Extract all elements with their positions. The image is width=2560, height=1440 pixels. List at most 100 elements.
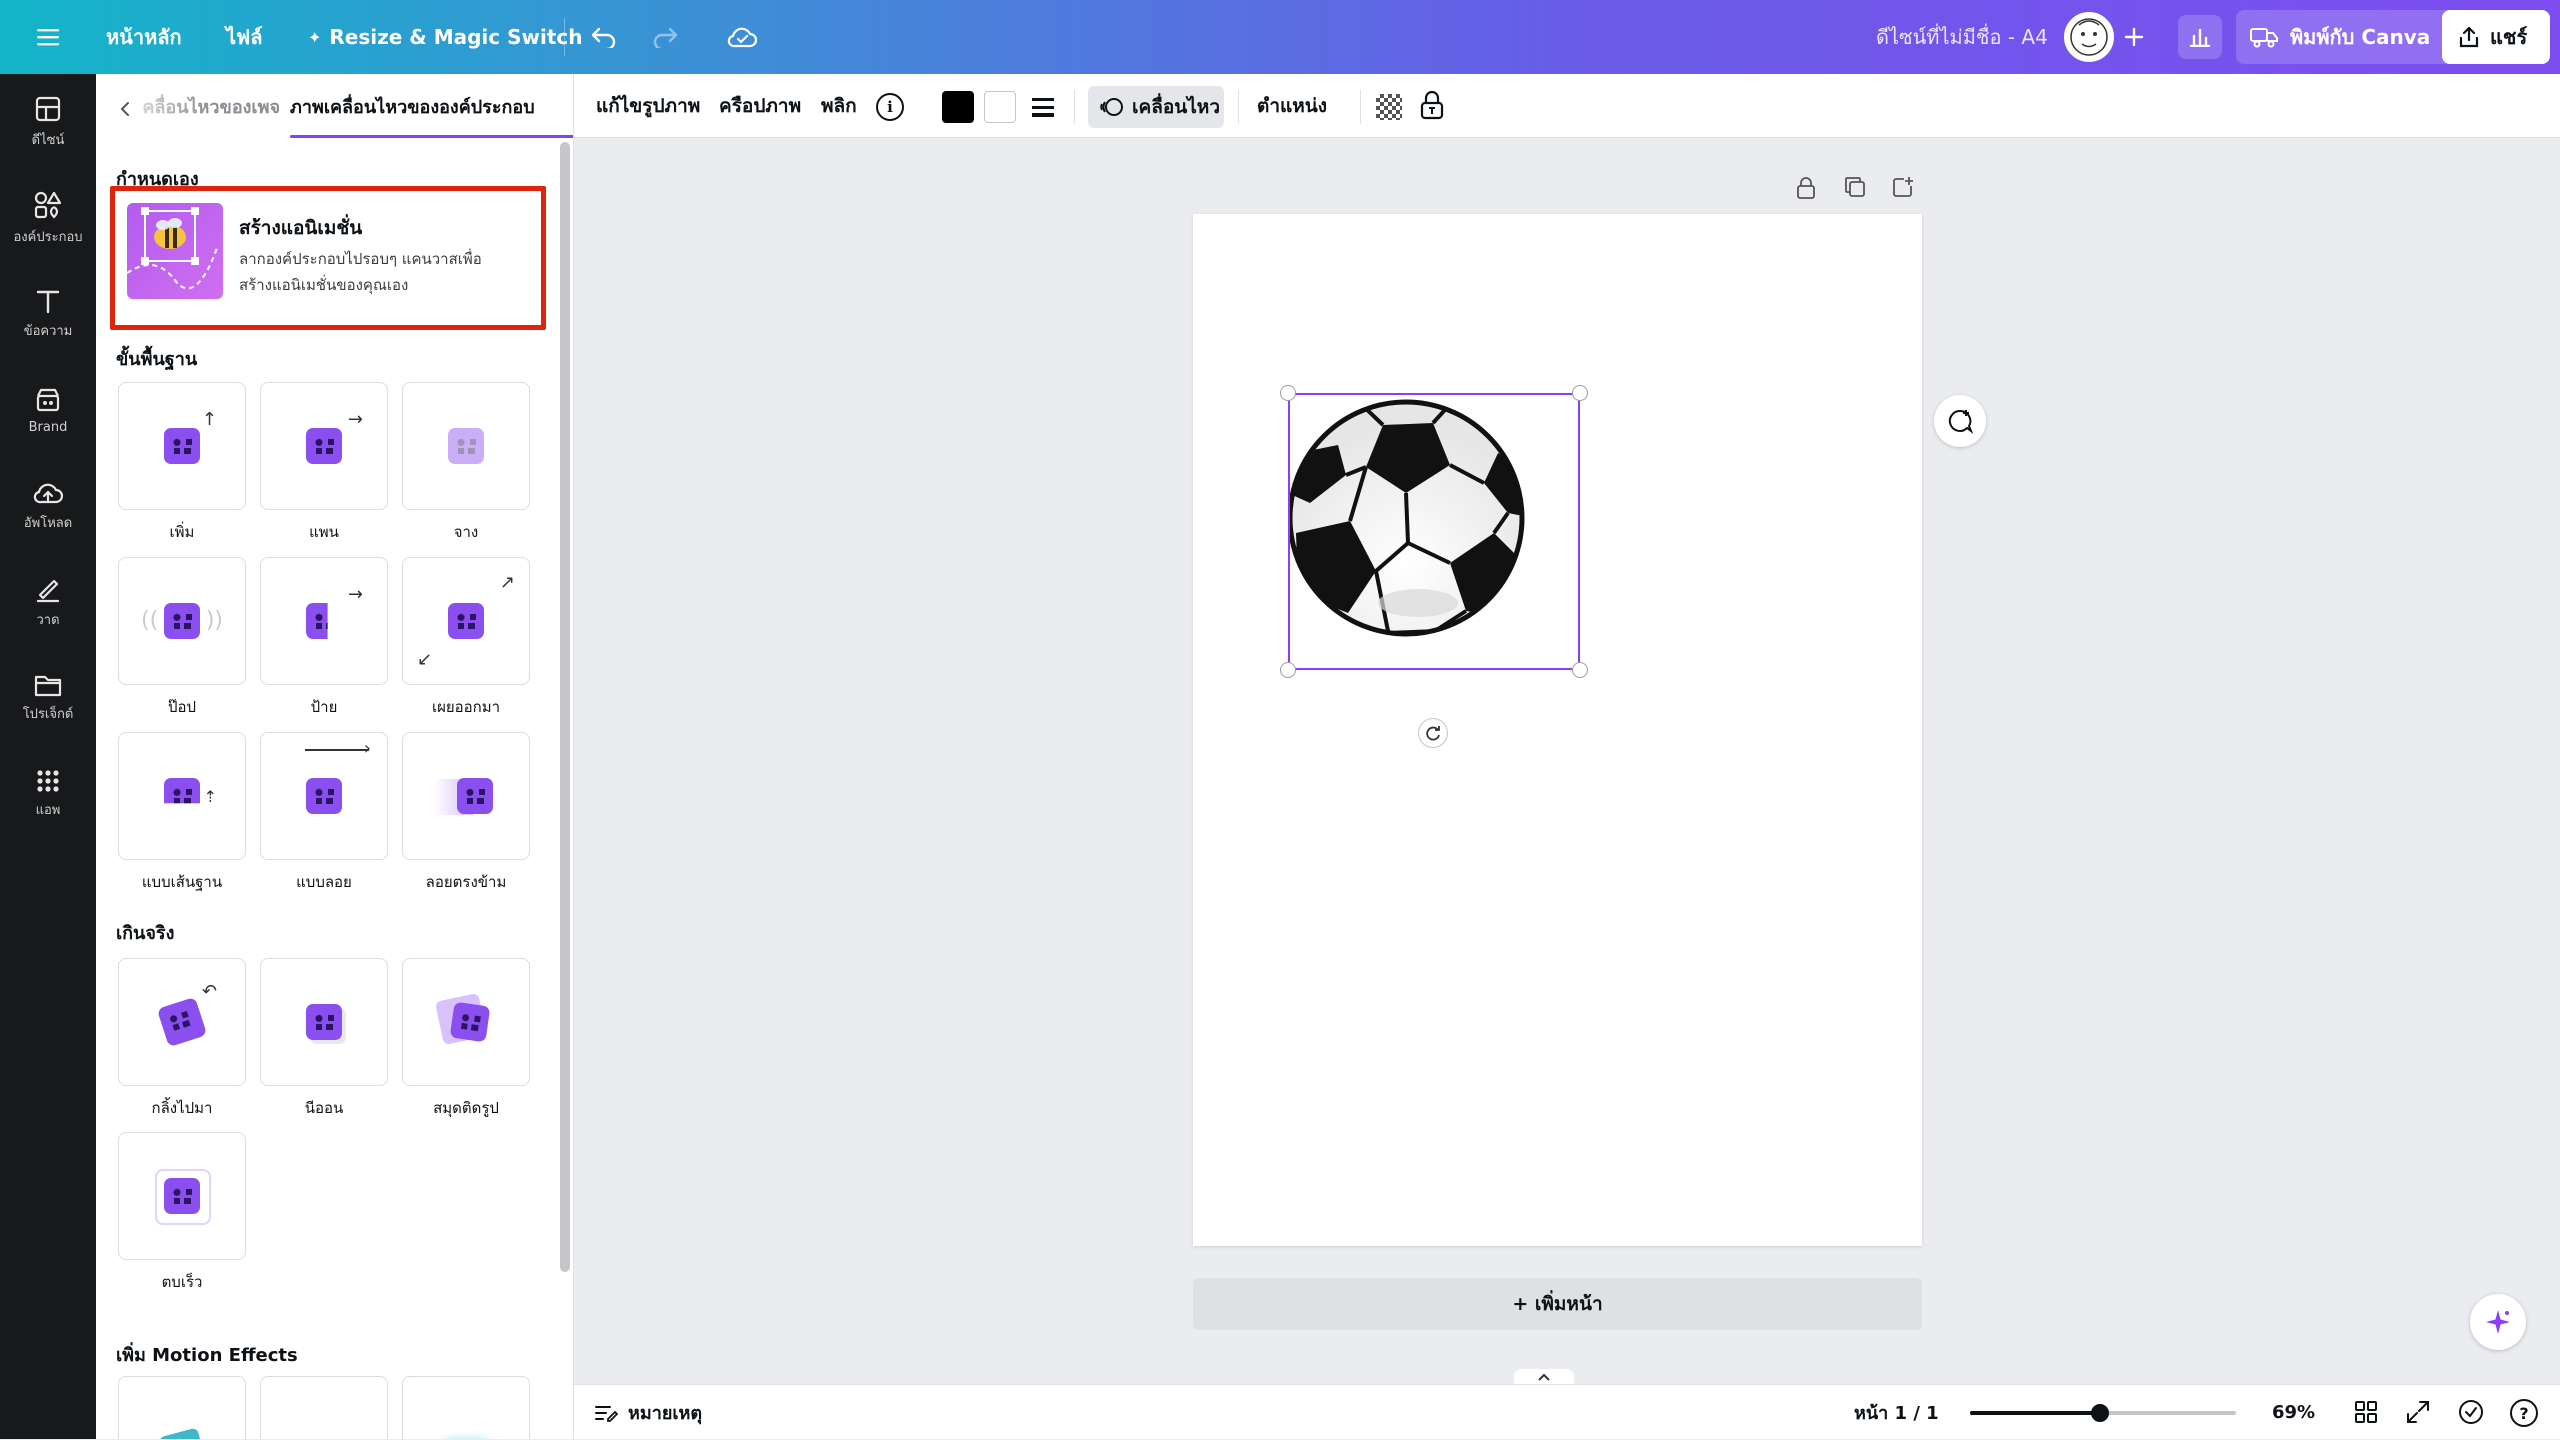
animation-tile-tectonic[interactable] (402, 732, 530, 860)
animation-tile-drift[interactable]: › (260, 732, 388, 860)
insights-icon[interactable] (2178, 15, 2222, 59)
rail-item-text[interactable]: ข้อความ (0, 269, 96, 359)
magic-assistant-button[interactable] (2470, 1294, 2526, 1350)
pop-lines-icon: (( (141, 608, 159, 633)
animation-tile-fade[interactable] (402, 382, 530, 510)
create-animation-desc-2: สร้างแอนิเมชั่นของคุณเอง (239, 276, 409, 294)
panel-scrollbar[interactable] (560, 142, 570, 1272)
transparency-icon[interactable] (1376, 94, 1402, 120)
undo-icon[interactable] (584, 17, 624, 57)
border-style-icon[interactable] (1030, 94, 1056, 120)
resize-handle[interactable] (1572, 662, 1588, 678)
tile-label: สมุดติดรูป (433, 1099, 499, 1117)
arrow-up-icon: ⇡ (203, 787, 217, 806)
zoom-level[interactable]: 69% (2272, 1385, 2315, 1440)
tile-label: ป๊อป (167, 698, 197, 716)
duplicate-page-icon[interactable] (1844, 176, 1868, 202)
home-link[interactable]: หน้าหลัก (106, 0, 182, 74)
share-button[interactable]: แชร์ (2442, 10, 2550, 64)
upload-icon (33, 483, 63, 503)
bottom-bar: หมายเหตุ หน้า 1 / 1 69% ? (574, 1384, 2560, 1439)
animation-tile-stomp[interactable] (118, 1132, 246, 1260)
file-menu[interactable]: ไฟล์ (226, 0, 262, 74)
animation-tile-rise[interactable]: ↑ (118, 382, 246, 510)
sparkle-icon (2486, 1310, 2510, 1334)
tab-page-animation[interactable]: ภาพเคลื่อนไหวของเพจ (142, 74, 280, 138)
color-swatch-white[interactable] (984, 91, 1016, 123)
rail-item-design[interactable]: ดีไซน์ (0, 77, 96, 167)
fullscreen-icon[interactable] (2406, 1400, 2432, 1426)
animation-tile-baseline[interactable]: ⇡ (118, 732, 246, 860)
selection-frame (1288, 393, 1580, 670)
rail-item-brand[interactable]: Brand (0, 365, 96, 455)
animation-tile-pop[interactable]: (( )) (118, 557, 246, 685)
rail-item-draw[interactable]: วาด (0, 557, 96, 647)
design-page[interactable] (1193, 214, 1922, 1246)
shapes-icon (306, 1004, 342, 1040)
tile-label: เพิ่ม (169, 523, 195, 541)
motion-effect-tile-1[interactable] (118, 1376, 246, 1439)
lock-icon[interactable] (1420, 90, 1448, 122)
shapes-icon (448, 603, 484, 639)
page-lock-icon[interactable] (1796, 176, 1820, 202)
menu-icon[interactable] (28, 17, 68, 57)
shapes-icon (449, 1001, 491, 1043)
info-icon[interactable]: i (876, 93, 904, 121)
animation-tile-neon[interactable] (260, 958, 388, 1086)
tab-page-label: ภาพเคลื่อนไหวของเพจ (142, 96, 280, 118)
zoom-slider[interactable] (1970, 1404, 2236, 1422)
resize-handle[interactable] (1280, 662, 1296, 678)
rotate-handle[interactable] (1418, 718, 1448, 748)
flip-button[interactable]: พลิก (821, 74, 857, 138)
animation-tile-wipe[interactable]: → (260, 557, 388, 685)
shapes-icon (164, 778, 200, 804)
grid-view-icon[interactable] (2354, 1400, 2380, 1426)
resize-handle[interactable] (1572, 385, 1588, 401)
help-icon[interactable]: ? (2510, 1399, 2538, 1427)
brand-icon (36, 388, 60, 411)
rail-label: ดีไซน์ (31, 132, 65, 148)
notes-button[interactable]: หมายเหตุ (594, 1385, 702, 1440)
share-icon (2458, 26, 2480, 48)
check-icon[interactable] (2458, 1399, 2486, 1427)
animate-button[interactable]: เคลื่อนไหว (1088, 86, 1224, 128)
animation-tile-breathe[interactable]: ↗ ↙ (402, 557, 530, 685)
redo-icon[interactable] (645, 17, 685, 57)
crop-button[interactable]: ครือปภาพ (719, 74, 801, 138)
rail-item-upload[interactable]: อัพโหลด (0, 461, 96, 551)
create-animation-card[interactable]: สร้างแอนิเมชั่น ลากองค์ประกอบไปรอบๆ แคนว… (110, 186, 546, 330)
rail-item-projects[interactable]: โปรเจ็กต์ (0, 653, 96, 743)
sparkle-icon: ✦ (308, 27, 322, 47)
cloud-saved-icon[interactable] (722, 17, 762, 57)
add-page-button[interactable]: + เพิ่มหน้า (1193, 1278, 1922, 1330)
edit-image-button[interactable]: แก้ไขรูปภาพ (596, 74, 700, 138)
motion-effect-tile-2[interactable] (260, 1376, 388, 1439)
position-button[interactable]: ตำแหน่ง (1257, 74, 1327, 138)
add-comment-button[interactable] (1934, 395, 1986, 447)
show-pages-chevron[interactable] (1514, 1369, 1574, 1385)
elements-icon (34, 191, 62, 219)
tab-element-animation[interactable]: ภาพเคลื่อนไหวขององค์ประกอบ (290, 74, 535, 138)
resize-button[interactable]: ✦ Resize & Magic Switch (308, 0, 582, 74)
rail-item-apps[interactable]: แอพ (0, 749, 96, 839)
zoom-slider-thumb[interactable] (2091, 1404, 2110, 1422)
animation-tile-tumble[interactable]: ↶ (118, 958, 246, 1086)
page-indicator[interactable]: หน้า 1 / 1 (1854, 1385, 1939, 1440)
document-title[interactable]: ดีไซน์ที่ไม่มีชื่อ - A4 (1876, 0, 2048, 74)
animation-tile-pan[interactable]: → (260, 382, 388, 510)
add-collaborator-icon[interactable] (2114, 17, 2154, 57)
back-chevron-icon[interactable] (118, 100, 138, 120)
arrow-right-icon: → (347, 409, 363, 430)
draw-icon (36, 579, 60, 602)
motion-effect-tile-3[interactable] (402, 1376, 530, 1439)
rail-item-elements[interactable]: องค์ประกอบ (0, 173, 96, 263)
color-swatch-black[interactable] (942, 91, 974, 123)
resize-handle[interactable] (1280, 385, 1296, 401)
rotate-icon: ↶ (201, 981, 217, 1002)
tile-label: จาง (453, 523, 479, 541)
add-page-icon[interactable] (1892, 176, 1916, 202)
user-avatar[interactable] (2064, 12, 2114, 62)
tile-label: ป้าย (310, 698, 338, 716)
animation-tile-scrapbook[interactable] (402, 958, 530, 1086)
animate-label: เคลื่อนไหว (1132, 96, 1220, 118)
